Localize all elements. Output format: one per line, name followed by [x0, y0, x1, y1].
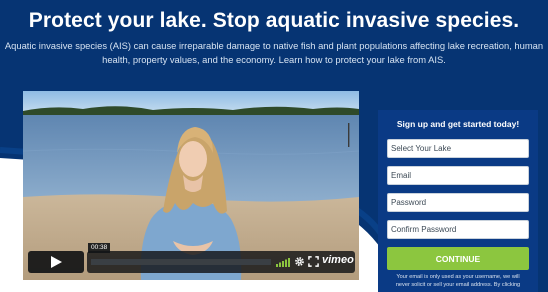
page-subtitle: Aquatic invasive species (AIS) can cause… — [4, 40, 544, 65]
video-player[interactable]: 00:38 vimeo — [23, 91, 359, 280]
gear-icon[interactable] — [294, 256, 305, 267]
vimeo-logo[interactable]: vimeo — [322, 254, 354, 266]
email-field[interactable] — [387, 166, 529, 185]
signup-title: Sign up and get started today! — [396, 119, 520, 129]
continue-button[interactable]: CONTINUE — [387, 247, 529, 270]
volume-icon[interactable] — [275, 256, 291, 268]
fullscreen-icon[interactable] — [308, 256, 319, 267]
confirm-password-field[interactable] — [387, 220, 529, 239]
video-timestamp: 00:38 — [88, 243, 111, 253]
signup-form: Sign up and get started today! Select Yo… — [378, 110, 538, 292]
video-progress-bar[interactable] — [91, 259, 271, 265]
page-title: Protect your lake. Stop aquatic invasive… — [28, 9, 520, 32]
password-field[interactable] — [387, 193, 529, 212]
email-disclaimer: Your email is only used as your username… — [395, 274, 521, 288]
lake-select[interactable]: Select Your Lake — [387, 139, 529, 158]
play-button[interactable] — [28, 251, 84, 273]
